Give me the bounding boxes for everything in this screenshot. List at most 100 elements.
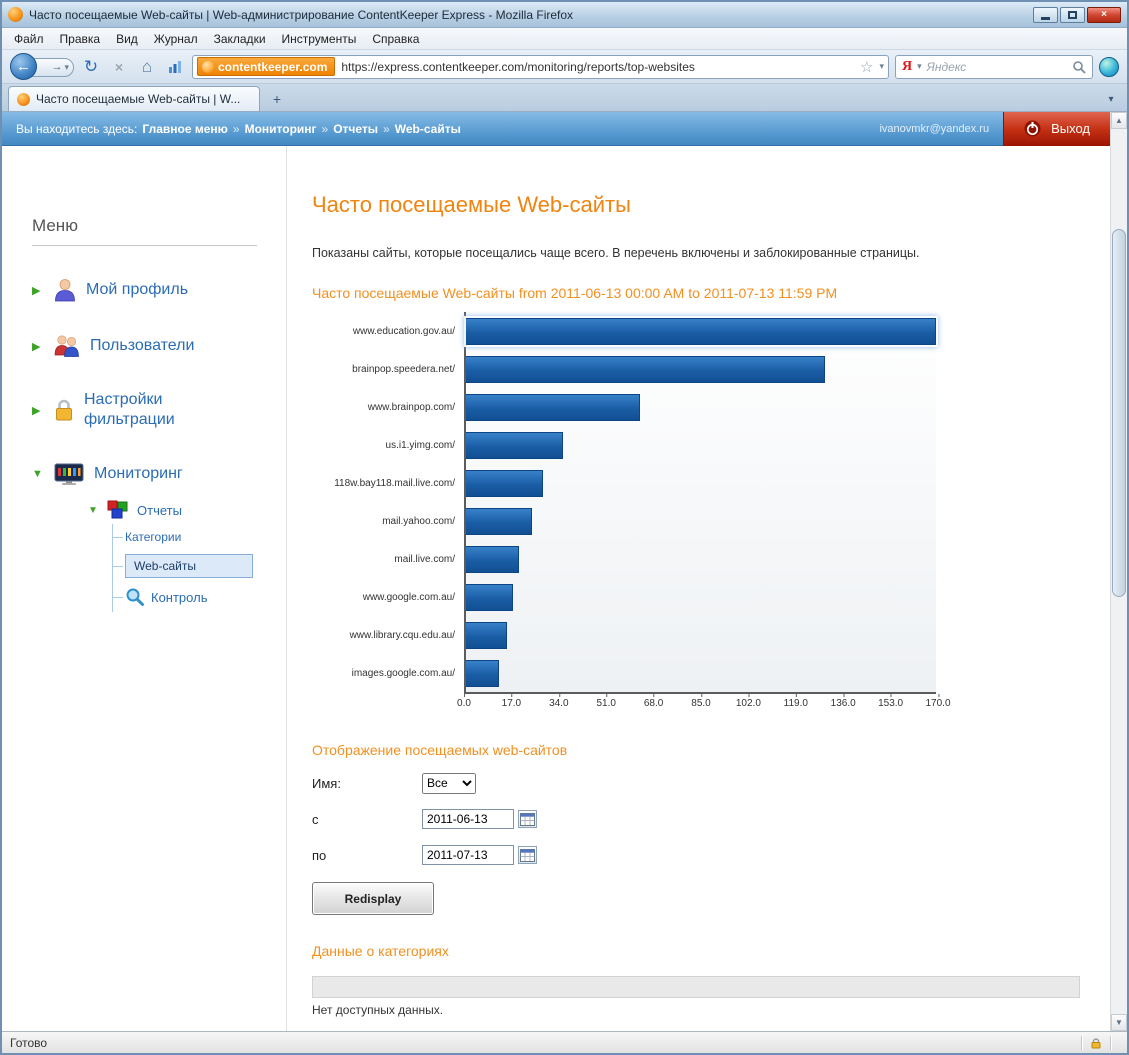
scrollbar-thumb[interactable] <box>1112 229 1126 597</box>
page-column: Вы находитесь здесь: Главное меню » Монито… <box>2 111 1110 1031</box>
menubar-item[interactable]: Справка <box>364 30 427 48</box>
name-select[interactable]: Все <box>422 772 476 794</box>
chart-bar[interactable] <box>466 507 533 535</box>
sidebar-item-monitoring[interactable]: ▼ Мониторинг <box>32 462 286 486</box>
chart-bar[interactable] <box>466 393 641 421</box>
minimize-button[interactable] <box>1033 6 1058 23</box>
breadcrumb-link[interactable]: Web-сайты <box>395 122 461 136</box>
new-tab-button[interactable]: + <box>264 89 290 109</box>
search-box[interactable]: Я ▾ Яндекс <box>895 54 1093 79</box>
navbar: → ▾ ← ↻ × ⌂ contentkeeper.com https://ex… <box>2 50 1127 84</box>
stop-button[interactable]: × <box>108 56 130 78</box>
stats-toolbar-button[interactable] <box>164 56 186 78</box>
chart-axis-row: 0.0 17.0 34.0 51.0 68.0 85.0 102.0 119.0 136.0 15… <box>312 694 1080 712</box>
breadcrumb-link[interactable]: Отчеты <box>333 122 378 136</box>
filter-section-title: Отображение посещаемых web-сайтов <box>312 742 568 758</box>
axis-tick-label: 68.0 <box>643 694 664 709</box>
calendar-icon <box>520 813 535 826</box>
chart-category-label: www.google.com.au/ <box>362 591 455 603</box>
chart-bar[interactable] <box>466 659 500 687</box>
sidebar-item-categories[interactable]: Категории <box>113 524 286 550</box>
status-text: Готово <box>10 1035 48 1050</box>
scroll-down-button[interactable]: ▼ <box>1111 1014 1127 1031</box>
sidebar-item-label: Категории <box>125 530 182 544</box>
minimize-icon <box>1041 16 1050 20</box>
sidebar-item-filter-settings[interactable]: ▶ Настройки фильтрации <box>32 390 286 430</box>
close-button[interactable]: × <box>1087 6 1121 23</box>
maximize-button[interactable] <box>1060 6 1085 23</box>
sidebar-item-reports[interactable]: ▼ Отчеты <box>88 500 286 520</box>
logout-button[interactable]: Выход <box>1003 111 1110 146</box>
scrollbar-track[interactable] <box>1111 129 1127 1014</box>
site-identity-button[interactable]: contentkeeper.com <box>197 57 336 76</box>
chart-category-label: brainpop.speedera.net/ <box>352 363 455 375</box>
logout-label: Выход <box>1051 121 1090 136</box>
home-button[interactable]: ⌂ <box>136 56 158 78</box>
menubar-item[interactable]: Вид <box>108 30 146 48</box>
menubar-item[interactable]: Журнал <box>146 30 206 48</box>
chart-bar[interactable] <box>466 431 563 459</box>
date-from-input[interactable] <box>422 809 514 829</box>
axis-tick-label: 34.0 <box>549 694 569 709</box>
sidebar-item-websites[interactable]: Web-сайты <box>113 550 286 582</box>
menubar-item[interactable]: Правка <box>52 30 109 48</box>
vertical-scrollbar[interactable]: ▲ ▼ <box>1110 112 1127 1031</box>
list-all-tabs-button[interactable]: ▾ <box>1101 89 1121 109</box>
firefox-icon <box>8 7 23 22</box>
chart-bar[interactable] <box>466 469 544 497</box>
chart-bar[interactable] <box>466 583 513 611</box>
chart-category-label: mail.live.com/ <box>394 553 455 565</box>
chart-body: www.education.gov.au/brainpop.speedera.n… <box>312 312 1080 694</box>
site-favicon <box>202 60 214 73</box>
axis-tick-label: 136.0 <box>830 694 856 709</box>
sidebar-item-my-profile[interactable]: ▶ Мой профиль <box>32 278 286 302</box>
sidebar-item-control[interactable]: Контроль <box>113 582 286 612</box>
history-nav-cluster: → ▾ ← <box>10 52 74 80</box>
urlbar-dropdown-icon[interactable]: ▾ <box>879 61 884 72</box>
chart-category-label: www.library.cqu.edu.au/ <box>349 629 455 641</box>
axis-tick-label: 85.0 <box>691 694 711 709</box>
chart-bar[interactable] <box>466 317 936 345</box>
menubar-item[interactable]: Закладки <box>206 30 274 48</box>
sidebar-item-users[interactable]: ▶ Пользователи <box>32 334 286 358</box>
back-button[interactable]: ← <box>10 52 37 80</box>
date-to-calendar-button[interactable] <box>518 846 537 864</box>
monitoring-submenu: ▼ Отчеты Категории Web-сайты Контроль <box>88 500 286 612</box>
breadcrumb-link[interactable]: Главное меню <box>142 122 228 136</box>
search-icon[interactable] <box>1072 60 1086 74</box>
menubar-item[interactable]: Инструменты <box>274 30 365 48</box>
page-description: Показаны сайты, которые посещались чаще … <box>312 246 920 260</box>
status-separator <box>1081 1035 1082 1050</box>
chart-plot <box>464 312 936 694</box>
security-lock-icon[interactable] <box>1090 1037 1102 1049</box>
breadcrumb-link[interactable]: Мониторинг <box>245 122 317 136</box>
chart-bar[interactable] <box>466 355 826 383</box>
chart-category-label: www.brainpop.com/ <box>367 401 455 413</box>
chart-bar[interactable] <box>466 621 508 649</box>
menubar-item[interactable]: Файл <box>6 30 52 48</box>
search-engine-dropdown-icon[interactable]: ▾ <box>917 61 922 72</box>
history-dropdown-icon[interactable]: ▾ <box>64 62 69 73</box>
scroll-up-button[interactable]: ▲ <box>1111 112 1127 129</box>
tab-top-websites[interactable]: Часто посещаемые Web-сайты | W... <box>8 86 260 111</box>
url-text[interactable]: https://express.contentkeeper.com/monito… <box>341 60 854 74</box>
magnifier-icon <box>126 588 144 606</box>
chart-category-label: mail.yahoo.com/ <box>382 515 455 527</box>
page-content: Меню ▶ Мой профиль ▶ Пользователи ▶ Наст… <box>2 146 1110 1031</box>
date-from-calendar-button[interactable] <box>518 810 537 828</box>
date-to-input[interactable] <box>422 845 514 865</box>
bookmark-star-icon[interactable]: ☆ <box>860 58 873 76</box>
titlebar: Часто посещаемые Web-сайты | Web-админис… <box>2 2 1127 28</box>
yandex-logo-icon: Я <box>902 58 913 74</box>
chart-bar[interactable] <box>466 545 519 573</box>
reload-button[interactable]: ↻ <box>80 56 102 78</box>
axis-tick-label: 170.0 <box>925 694 951 709</box>
axis-tick-label: 0.0 <box>457 694 471 709</box>
addon-icon[interactable] <box>1099 56 1119 77</box>
redisplay-button[interactable]: Redisplay <box>312 882 434 915</box>
users-icon <box>54 335 79 357</box>
chevron-down-icon: ▼ <box>88 504 98 516</box>
search-placeholder[interactable]: Яндекс <box>927 60 1067 74</box>
url-bar[interactable]: contentkeeper.com https://express.conten… <box>192 54 889 79</box>
chart-category-label: 118w.bay118.mail.live.com/ <box>334 477 455 489</box>
